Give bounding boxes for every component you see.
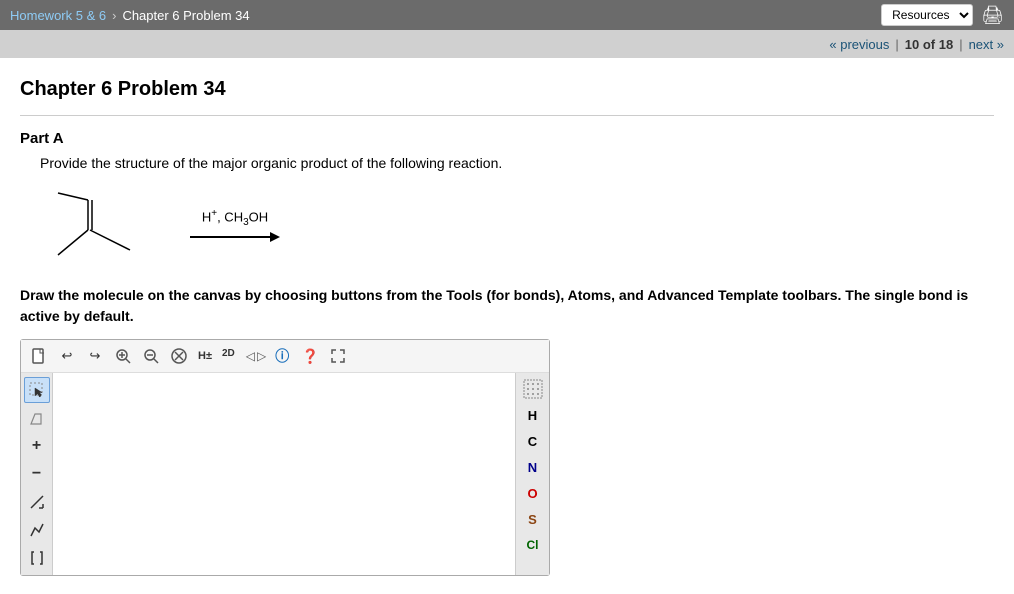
editor-body: + −: [21, 373, 549, 575]
pagination-count: 10 of 18: [905, 37, 953, 52]
breadcrumb-separator: ›: [112, 8, 116, 23]
reaction-arrow: [190, 232, 280, 242]
chapter-title: Chapter 6 Problem 34: [20, 78, 994, 101]
plus-tool-button[interactable]: +: [24, 433, 50, 459]
atom-Cl-button[interactable]: Cl: [519, 533, 547, 557]
nav-right-button[interactable]: ▷: [257, 349, 266, 363]
bracket-tool-button[interactable]: [24, 545, 50, 571]
atom-C-button[interactable]: C: [519, 429, 547, 453]
zoom-out-button[interactable]: [139, 344, 163, 368]
atom-N-button[interactable]: N: [519, 455, 547, 479]
pagination-divider: |: [895, 37, 898, 52]
canvas-area[interactable]: [53, 373, 515, 575]
help-button[interactable]: ❓: [298, 344, 322, 368]
reaction-arrow-area: H+, CH3OH: [190, 208, 280, 242]
print-icon[interactable]: 🖨: [981, 5, 1004, 26]
new-button[interactable]: [27, 344, 51, 368]
2d-button[interactable]: 2D: [219, 344, 238, 368]
question-text: Provide the structure of the major organ…: [40, 155, 994, 171]
molecule-svg: [50, 185, 170, 265]
arrow-line: [190, 236, 270, 238]
breadcrumb: Homework 5 & 6 › Chapter 6 Problem 34: [10, 8, 250, 23]
top-nav-right: Resources 🖨: [881, 4, 1004, 26]
dots-button[interactable]: [519, 377, 547, 401]
next-link[interactable]: next »: [969, 37, 1004, 52]
atom-H-button[interactable]: H: [519, 403, 547, 427]
info-button[interactable]: ⓘ: [270, 344, 294, 368]
nav-left-button[interactable]: ◁: [246, 349, 255, 363]
chain-tool-button[interactable]: [24, 517, 50, 543]
pagination-bar: « previous | 10 of 18 | next »: [0, 30, 1014, 58]
select-tool-button[interactable]: [24, 377, 50, 403]
zoom-in-button[interactable]: [111, 344, 135, 368]
part-label: Part A: [20, 130, 994, 147]
editor-container: ↩ ↪ H± 2D ◁ ▷ ⓘ ❓: [20, 339, 550, 576]
expand-button[interactable]: [326, 344, 350, 368]
arrow-head: [270, 232, 280, 242]
bond-tool-button[interactable]: [24, 489, 50, 515]
erase-tool-button[interactable]: [24, 405, 50, 431]
minus-tool-button[interactable]: −: [24, 461, 50, 487]
resources-select[interactable]: Resources: [881, 4, 973, 26]
breadcrumb-link[interactable]: Homework 5 & 6: [10, 8, 106, 23]
atom-S-button[interactable]: S: [519, 507, 547, 531]
clear-button[interactable]: [167, 344, 191, 368]
atom-O-button[interactable]: O: [519, 481, 547, 505]
undo-button[interactable]: ↩: [55, 344, 79, 368]
redo-button[interactable]: ↪: [83, 344, 107, 368]
reaction-condition: H+, CH3OH: [202, 208, 268, 228]
breadcrumb-current: Chapter 6 Problem 34: [122, 8, 249, 23]
main-content: Chapter 6 Problem 34 Part A Provide the …: [0, 58, 1014, 586]
h-toggle-button[interactable]: H±: [195, 344, 215, 368]
instructions: Draw the molecule on the canvas by choos…: [20, 285, 994, 327]
nav-arrows: ◁ ▷: [246, 349, 266, 363]
previous-link[interactable]: « previous: [829, 37, 889, 52]
top-nav: Homework 5 & 6 › Chapter 6 Problem 34 Re…: [0, 0, 1014, 30]
divider: [20, 115, 994, 116]
right-atoms-panel: H C N O S Cl: [515, 373, 549, 575]
left-tools-panel: + −: [21, 373, 53, 575]
editor-toolbar: ↩ ↪ H± 2D ◁ ▷ ⓘ ❓: [21, 340, 549, 373]
pagination-divider-2: |: [959, 37, 962, 52]
reaction-area: H+, CH3OH: [50, 185, 994, 265]
